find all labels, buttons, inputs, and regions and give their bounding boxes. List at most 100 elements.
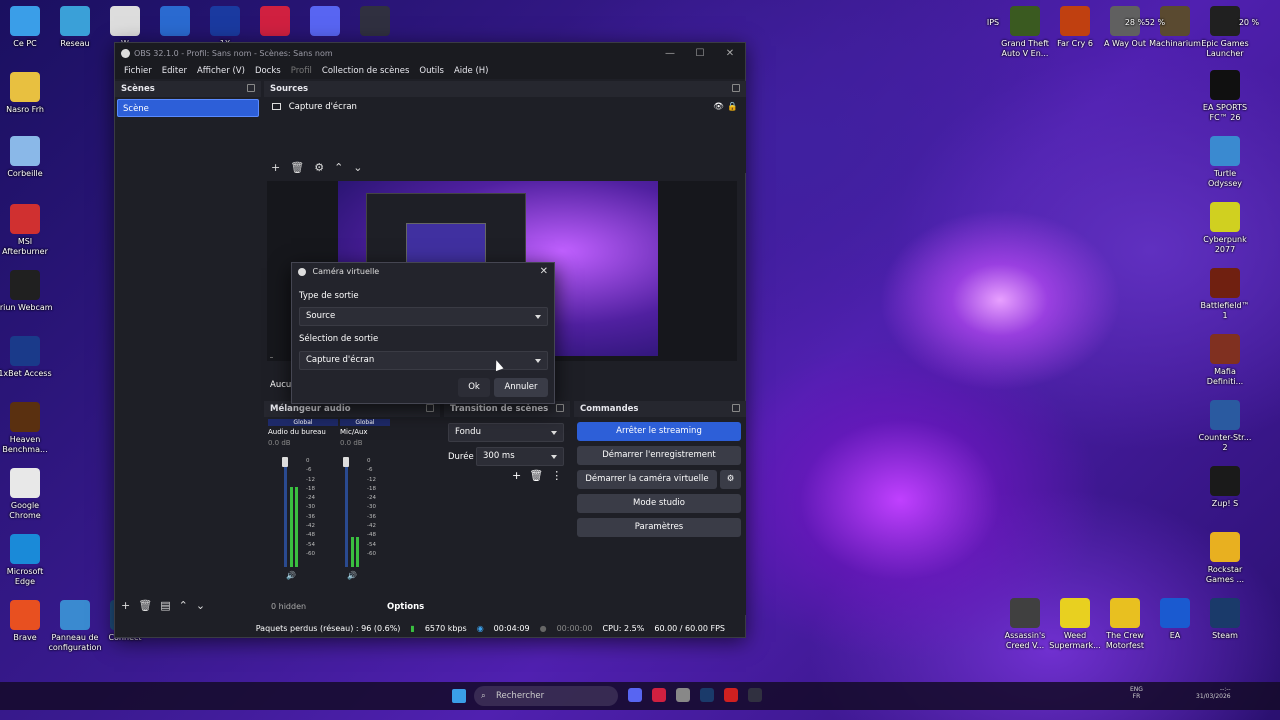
desktop-icon[interactable]: EA SPORTS FC™ 26 bbox=[1197, 70, 1253, 123]
desktop-icon[interactable]: Steam bbox=[1197, 598, 1253, 641]
source-item[interactable]: Capture d'écran 👁 🔒 bbox=[264, 97, 746, 117]
cancel-button[interactable]: Annuler bbox=[494, 378, 548, 397]
add-source-icon[interactable]: + bbox=[271, 161, 280, 174]
search-box[interactable]: ⌕ Rechercher bbox=[474, 686, 618, 706]
desktop-icon[interactable]: Grand Theft Auto V En... bbox=[997, 6, 1053, 59]
output-type-select[interactable]: Source bbox=[299, 307, 548, 326]
down-icon[interactable]: ⌄ bbox=[353, 161, 362, 174]
menu-aide[interactable]: Aide (H) bbox=[449, 66, 494, 76]
down-icon[interactable]: ⌄ bbox=[196, 599, 205, 612]
speaker-icon[interactable]: 🔊 bbox=[347, 571, 357, 580]
studio-mode-button[interactable]: Mode studio bbox=[577, 494, 741, 513]
add-icon[interactable]: + bbox=[121, 599, 130, 612]
app-icon[interactable] bbox=[724, 688, 738, 702]
volume-slider-1[interactable] bbox=[282, 457, 288, 467]
remove-source-icon[interactable]: 🗑 bbox=[290, 161, 304, 174]
float-icon[interactable] bbox=[732, 404, 740, 412]
up-icon[interactable]: ⌃ bbox=[334, 161, 343, 174]
remove-transition-icon[interactable]: 🗑 bbox=[529, 469, 543, 482]
desktop-icon[interactable] bbox=[347, 6, 403, 39]
desktop-icon[interactable]: The Crew Motorfest bbox=[1097, 598, 1153, 651]
stream-icon: ◉ bbox=[476, 623, 484, 633]
float-icon[interactable] bbox=[732, 84, 740, 92]
desktop-icon[interactable]: Corbeille bbox=[0, 136, 53, 179]
desktop-icon[interactable]: Mafia Definiti... bbox=[1197, 334, 1253, 387]
app-icon[interactable] bbox=[748, 688, 762, 702]
maximize-button[interactable]: ☐ bbox=[685, 48, 715, 59]
desktop-icon[interactable]: Zup! S bbox=[1197, 466, 1253, 509]
desktop-icon[interactable]: Iriun Webcam bbox=[0, 270, 53, 313]
desktop-icon[interactable]: Counter-Str... 2 bbox=[1197, 400, 1253, 453]
add-transition-icon[interactable]: + bbox=[512, 469, 521, 482]
lang[interactable]: ENG FR bbox=[1130, 686, 1143, 700]
clock[interactable]: --:-- 31/03/2026 bbox=[1196, 686, 1231, 700]
ok-button[interactable]: Ok bbox=[458, 378, 490, 397]
desktop-icon[interactable]: Far Cry 6 bbox=[1047, 6, 1103, 49]
speaker-icon[interactable]: 🔊 bbox=[286, 571, 296, 580]
more-icon[interactable]: ⋮ bbox=[551, 469, 562, 482]
desktop-icon[interactable]: Google Chrome bbox=[0, 468, 53, 521]
app-icon[interactable] bbox=[676, 688, 690, 702]
desktop-icon[interactable]: Rockstar Games ... bbox=[1197, 532, 1253, 585]
settings-button[interactable]: Paramètres bbox=[577, 518, 741, 537]
options-button[interactable]: Options bbox=[387, 602, 424, 612]
eye-icon[interactable]: 👁 bbox=[713, 97, 724, 117]
start-virtual-camera-button[interactable]: Démarrer la caméra virtuelle bbox=[577, 470, 717, 489]
desktop-icon[interactable]: Assassin's Creed V... bbox=[997, 598, 1053, 651]
desktop-icon[interactable]: Panneau de configuration bbox=[47, 600, 103, 653]
virtual-camera-dialog: Caméra virtuelle ✕ Type de sortie Source… bbox=[291, 262, 555, 404]
dialog-close-icon[interactable]: ✕ bbox=[540, 263, 548, 281]
app-icon[interactable] bbox=[628, 688, 642, 702]
desktop-icon[interactable]: Heaven Benchma... bbox=[0, 402, 53, 455]
desktop-icon[interactable]: Weed Supermark... bbox=[1047, 598, 1103, 651]
up-icon[interactable]: ⌃ bbox=[179, 599, 188, 612]
desktop-icon[interactable]: Brave bbox=[0, 600, 53, 643]
desktop-icon[interactable]: Microsoft Edge bbox=[0, 534, 53, 587]
desktop-icon[interactable]: Nasro Frh bbox=[0, 72, 53, 115]
desktop-icon-label: Steam bbox=[1212, 631, 1238, 640]
desktop-icon[interactable]: Epic Games Launcher bbox=[1197, 6, 1253, 59]
menu-fichier[interactable]: Fichier bbox=[119, 66, 157, 76]
app-icon[interactable] bbox=[652, 688, 666, 702]
desktop-icon[interactable]: Ce PC bbox=[0, 6, 53, 49]
start-recording-button[interactable]: Démarrer l'enregistrement bbox=[577, 446, 741, 465]
float-icon[interactable] bbox=[426, 404, 434, 412]
desktop-icon[interactable] bbox=[297, 6, 353, 39]
channel-db: 0.0 dB bbox=[340, 439, 363, 447]
volume-slider-2[interactable] bbox=[343, 457, 349, 467]
gear-icon[interactable]: ⚙ bbox=[314, 161, 324, 174]
desktop-icon[interactable]: MSI Afterburner bbox=[0, 204, 53, 257]
duration-input[interactable]: 300 ms bbox=[476, 447, 564, 466]
desktop-icon[interactable]: Reseau bbox=[47, 6, 103, 49]
menu-docks[interactable]: Docks bbox=[250, 66, 286, 76]
menu-editer[interactable]: Editer bbox=[157, 66, 192, 76]
menu-outils[interactable]: Outils bbox=[414, 66, 449, 76]
desktop-icon[interactable]: Turtle Odyssey bbox=[1197, 136, 1253, 189]
app-icon[interactable] bbox=[700, 688, 714, 702]
minimize-button[interactable]: — bbox=[655, 48, 685, 59]
menu-collection[interactable]: Collection de scènes bbox=[317, 66, 414, 76]
menu-afficher[interactable]: Afficher (V) bbox=[192, 66, 250, 76]
desktop-icon[interactable]: Battlefield™ 1 bbox=[1197, 268, 1253, 321]
desktop-icon[interactable]: EA bbox=[1147, 598, 1203, 641]
virtual-camera-settings-icon[interactable]: ⚙ bbox=[720, 470, 741, 489]
trash-icon[interactable]: 🗑 bbox=[138, 599, 152, 612]
start-icon[interactable] bbox=[452, 689, 466, 703]
stop-streaming-button[interactable]: Arrêter le streaming bbox=[577, 422, 741, 441]
filter-icon[interactable]: ▤ bbox=[160, 599, 170, 612]
channel-name[interactable]: Mic/Aux bbox=[340, 428, 390, 436]
float-icon[interactable] bbox=[247, 84, 255, 92]
output-selection-select[interactable]: Capture d'écran bbox=[299, 351, 548, 370]
desktop-icon[interactable] bbox=[147, 6, 203, 39]
transition-select[interactable]: Fondu bbox=[448, 423, 564, 442]
desktop-icon[interactable] bbox=[247, 6, 303, 39]
desktop-icon[interactable]: Cyberpunk 2077 bbox=[1197, 202, 1253, 255]
close-button[interactable]: ✕ bbox=[715, 48, 745, 59]
lock-icon[interactable]: 🔒 bbox=[727, 97, 738, 117]
desktop-icon[interactable]: 1xBet Access bbox=[0, 336, 53, 379]
scene-item[interactable]: Scène bbox=[117, 99, 259, 117]
db-tick: -6 bbox=[367, 467, 373, 474]
float-icon[interactable] bbox=[556, 404, 564, 412]
menu-profil[interactable]: Profil bbox=[286, 66, 317, 76]
channel-name[interactable]: Audio du bureau bbox=[268, 428, 338, 436]
